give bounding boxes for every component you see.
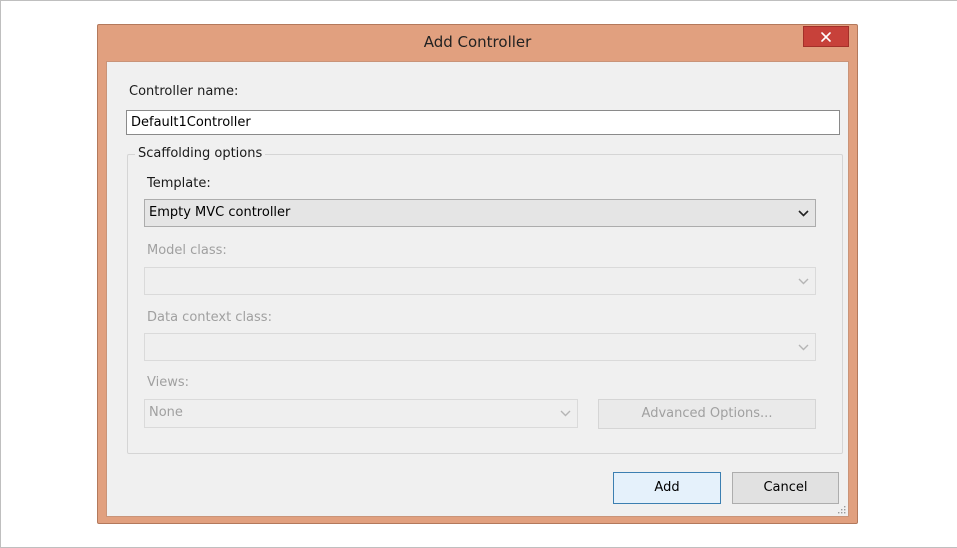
close-icon <box>821 31 831 42</box>
advanced-options-button[interactable]: Advanced Options... <box>598 399 816 429</box>
template-label: Template: <box>147 176 211 191</box>
close-button[interactable] <box>803 26 849 47</box>
chevron-down-icon <box>798 278 809 284</box>
dialog-title: Add Controller <box>423 33 532 51</box>
add-button[interactable]: Add <box>613 472 721 504</box>
chevron-down-icon <box>798 344 809 350</box>
title-bar[interactable]: Add Controller <box>98 25 857 61</box>
model-class-dropdown[interactable] <box>144 267 816 295</box>
page-border-left <box>0 0 1 548</box>
controller-name-input[interactable]: Default1Controller <box>126 110 840 135</box>
data-context-class-dropdown[interactable] <box>144 333 816 361</box>
resize-grip-icon[interactable] <box>836 504 846 514</box>
dialog-body: Controller name: Default1Controller Scaf… <box>106 61 849 517</box>
views-dropdown[interactable]: None <box>144 399 578 428</box>
scaffolding-options-legend: Scaffolding options <box>135 146 266 161</box>
add-controller-dialog: Add Controller Controller name: Default1… <box>97 24 858 524</box>
chevron-down-icon <box>560 410 571 417</box>
data-context-class-label: Data context class: <box>147 310 272 325</box>
views-value: None <box>149 405 183 420</box>
template-dropdown[interactable]: Empty MVC controller <box>144 199 816 227</box>
chevron-down-icon <box>798 209 809 217</box>
model-class-label: Model class: <box>147 243 227 258</box>
controller-name-label: Controller name: <box>129 84 239 99</box>
page-border-top <box>0 0 957 1</box>
views-label: Views: <box>147 375 190 390</box>
cancel-button[interactable]: Cancel <box>732 472 839 504</box>
template-value: Empty MVC controller <box>149 205 291 220</box>
